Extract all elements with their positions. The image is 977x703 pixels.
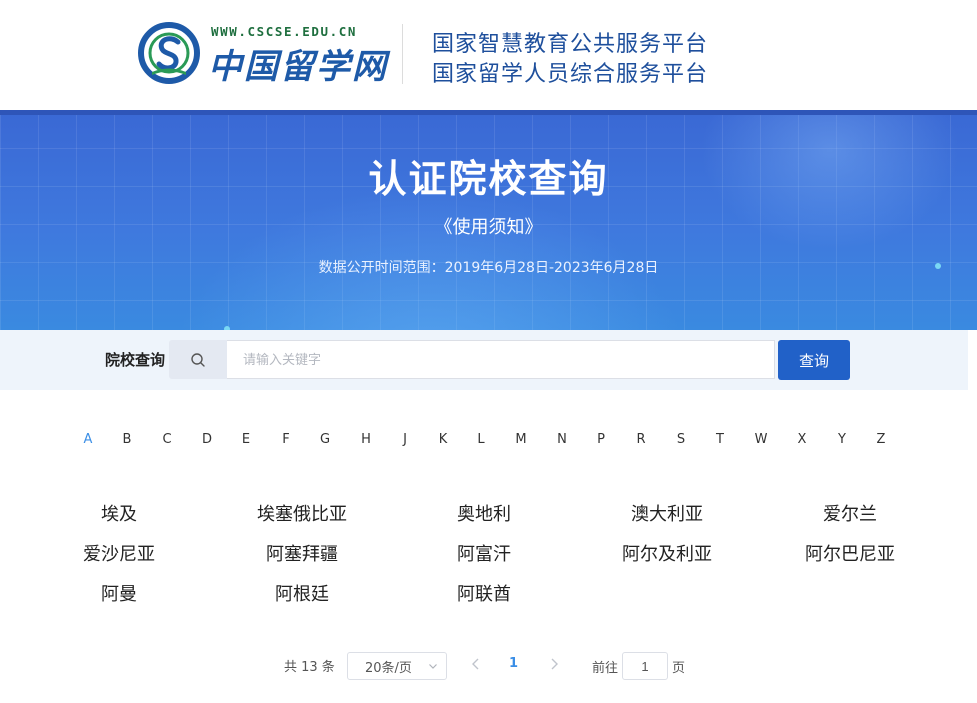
letter-a[interactable]: A — [78, 432, 98, 447]
page-suffix: 页 — [672, 661, 686, 676]
search-icon-box — [169, 340, 227, 379]
banner: 认证院校查询 《使用须知》 数据公开时间范围：2019年6月28日-2023年6… — [0, 110, 977, 330]
country-item[interactable]: 阿根廷 — [222, 580, 382, 606]
country-item[interactable]: 阿富汗 — [404, 540, 564, 566]
letter-l[interactable]: L — [471, 432, 491, 447]
letter-k[interactable]: K — [433, 432, 453, 447]
page-size-select[interactable]: 20条/页 — [347, 652, 447, 680]
letter-r[interactable]: R — [631, 432, 651, 447]
logo-name-text[interactable]: 中国留学网 — [208, 39, 388, 88]
goto-page-input[interactable] — [622, 652, 668, 680]
platform-name-2: 国家留学人员综合服务平台 — [432, 62, 709, 87]
country-item[interactable]: 埃及 — [39, 500, 199, 526]
country-item[interactable]: 阿曼 — [39, 580, 199, 606]
country-item[interactable]: 阿尔巴尼亚 — [770, 540, 930, 566]
site-header: WWW.CSCSE.EDU.CN 中国留学网 国家智慧教育公共服务平台 国家留学… — [0, 0, 977, 110]
search-button[interactable]: 查询 — [778, 340, 850, 380]
search-icon — [191, 352, 205, 367]
letter-t[interactable]: T — [710, 432, 730, 447]
letter-g[interactable]: G — [315, 432, 335, 447]
pagination-total: 共 13 条 — [284, 660, 335, 675]
letter-m[interactable]: M — [511, 432, 531, 447]
country-item[interactable]: 阿尔及利亚 — [587, 540, 747, 566]
prev-page-icon[interactable] — [468, 656, 484, 672]
letter-x[interactable]: X — [792, 432, 812, 447]
header-divider — [402, 24, 403, 84]
chevron-down-icon — [429, 664, 437, 669]
data-range-text: 数据公开时间范围：2019年6月28日-2023年6月28日 — [318, 260, 659, 276]
country-item[interactable]: 阿联酋 — [404, 580, 564, 606]
country-item[interactable]: 奥地利 — [404, 500, 564, 526]
goto-label: 前往 — [592, 661, 619, 676]
letter-b[interactable]: B — [117, 432, 137, 447]
usage-notice-link[interactable]: 《使用须知》 — [0, 213, 977, 239]
logo-url-text: WWW.CSCSE.EDU.CN — [211, 24, 358, 39]
letter-f[interactable]: F — [276, 432, 296, 447]
letter-h[interactable]: H — [356, 432, 376, 447]
country-item[interactable]: 埃塞俄比亚 — [222, 500, 382, 526]
letter-c[interactable]: C — [157, 432, 177, 447]
page-title: 认证院校查询 — [368, 157, 609, 201]
country-item[interactable]: 爱沙尼亚 — [39, 540, 199, 566]
search-input[interactable] — [227, 340, 775, 379]
banner-top-line — [0, 110, 977, 115]
country-item[interactable]: 澳大利亚 — [587, 500, 747, 526]
letter-s[interactable]: S — [671, 432, 691, 447]
cscse-logo-icon[interactable] — [138, 22, 200, 84]
letter-w[interactable]: W — [751, 432, 771, 447]
letter-z[interactable]: Z — [871, 432, 891, 447]
country-item[interactable]: 爱尔兰 — [770, 500, 930, 526]
letter-j[interactable]: J — [395, 432, 415, 447]
letter-p[interactable]: P — [591, 432, 611, 447]
next-page-icon[interactable] — [546, 656, 562, 672]
country-item[interactable]: 阿塞拜疆 — [222, 540, 382, 566]
letter-d[interactable]: D — [197, 432, 217, 447]
letter-n[interactable]: N — [552, 432, 572, 447]
letter-e[interactable]: E — [236, 432, 256, 447]
search-label: 院校查询 — [105, 351, 166, 369]
platform-name-1: 国家智慧教育公共服务平台 — [432, 32, 709, 57]
page-number-current[interactable]: 1 — [509, 656, 518, 671]
page-size-value: 20条/页 — [365, 660, 412, 676]
letter-y[interactable]: Y — [832, 432, 852, 447]
